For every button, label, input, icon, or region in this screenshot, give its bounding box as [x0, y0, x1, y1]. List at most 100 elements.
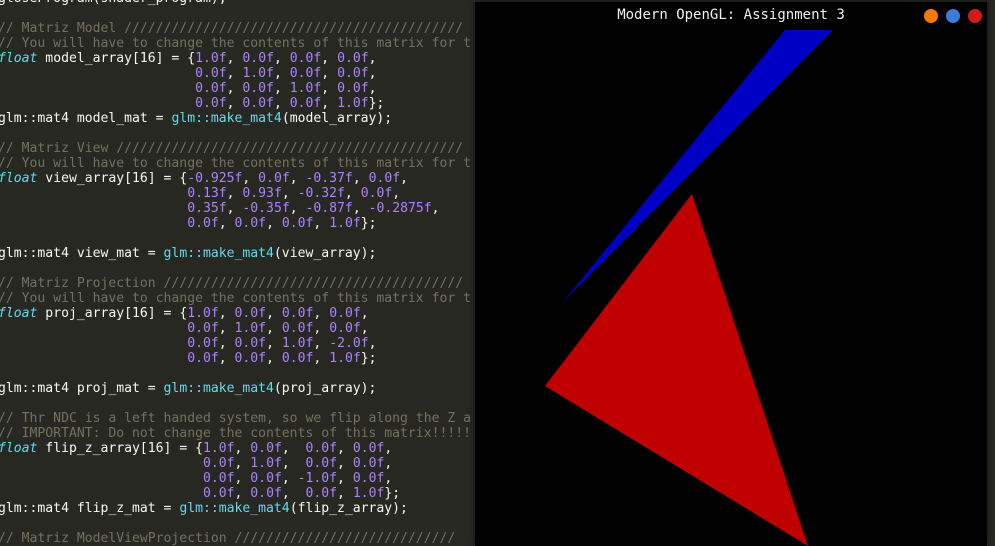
code-line: float flip_z_array[16] = {1.0f, 0.0f, 0.…	[0, 441, 392, 456]
code-token-num: 0.0f	[250, 471, 282, 486]
code-token-num: 0.0f	[242, 81, 274, 96]
code-token-plain: ,	[289, 201, 306, 216]
render-viewport	[475, 30, 987, 546]
code-token-plain: ,	[321, 81, 338, 96]
code-token-plain: };	[360, 351, 377, 366]
code-line: // You will have to change the contents …	[0, 36, 471, 51]
code-token-num: 0.0f	[281, 306, 314, 321]
code-token-plain: (model_array);	[281, 111, 393, 126]
code-token-plain: (proj_array);	[273, 381, 377, 396]
code-line: // Matriz Model ////////////////////////…	[0, 21, 463, 36]
code-line: glm::mat4 flip_z_mat = glm::make_mat4(fl…	[0, 501, 408, 516]
code-token-num: 0.0f	[242, 51, 274, 66]
code-line: float view_array[16] = {-0.925f, 0.0f, -…	[0, 171, 408, 186]
code-token-plain: ,	[344, 186, 361, 201]
code-line: // Matriz ModelViewProjection //////////…	[0, 531, 455, 546]
code-line: 0.0f, 0.0f, 0.0f, 1.0f};	[0, 216, 376, 231]
code-token-num: 1.0f	[281, 336, 314, 351]
code-token-num: -0.2875f	[368, 201, 432, 216]
code-token-plain: ,	[218, 351, 235, 366]
code-token-num: 0.0f	[195, 66, 227, 81]
code-token-comment: // You will have to change the contents …	[0, 291, 471, 306]
code-token-num: 0.0f	[242, 96, 274, 111]
code-token-fn: glm::make_mat4	[163, 381, 274, 396]
code-token-num: 0.0f	[250, 486, 282, 501]
code-token-plain: ,	[281, 456, 306, 471]
code-line: // You will have to change the contents …	[0, 156, 471, 171]
code-token-num: 0.0f	[352, 456, 385, 471]
code-token-comment: // IMPORTANT: Do not change the contents…	[0, 426, 471, 441]
code-token-num: 0.35f	[187, 201, 227, 216]
code-token-fn: glm::make_mat4	[171, 111, 282, 126]
editor-edge	[987, 0, 995, 546]
window-title: Modern OpenGL: Assignment 3	[617, 7, 845, 23]
code-line: // You will have to change the contents …	[0, 291, 471, 306]
code-token-plain: };	[368, 96, 385, 111]
code-token-num: 0.0f	[368, 171, 401, 186]
code-token-comment: // Matriz Model ////////////////////////…	[0, 21, 464, 36]
minimize-button[interactable]	[924, 9, 938, 23]
code-token-comment: // Matriz Projection ///////////////////…	[0, 276, 464, 291]
code-token-num: 1.0f	[329, 216, 361, 231]
code-token-num: 0.0f	[289, 51, 322, 66]
code-token-plain: glm::mat4 flip_z_mat =	[0, 501, 180, 516]
code-token-fn: glm::make_mat4	[179, 501, 290, 516]
code-token-plain: ,	[313, 351, 330, 366]
code-line: glm::mat4 model_mat = glm::make_mat4(mod…	[0, 111, 392, 126]
code-token-plain: ,	[273, 66, 290, 81]
code-token-plain: ,	[226, 96, 243, 111]
code-token-plain: ,	[266, 351, 282, 366]
code-token-fn: glm::make_mat4	[163, 246, 274, 261]
code-token-num: -1.0f	[297, 471, 338, 486]
code-token-comment: // Matriz View /////////////////////////…	[0, 141, 464, 156]
code-token-plain: ,	[368, 51, 377, 66]
code-token-num: 1.0f	[234, 321, 267, 336]
code-line: float model_array[16] = {1.0f, 0.0f, 0.0…	[0, 51, 377, 66]
code-token-num: 0.0f	[234, 306, 267, 321]
opengl-window[interactable]: Modern OpenGL: Assignment 3	[475, 2, 987, 546]
code-token-comment: // Thr NDC is a left handed system, so w…	[0, 411, 471, 426]
code-line: // IMPORTANT: Do not change the contents…	[0, 426, 471, 441]
code-line: 0.0f, 0.0f, 0.0f, 1.0f};	[0, 351, 377, 366]
code-token-num: -0.925f	[187, 171, 243, 186]
code-token-num: 1.0f	[250, 456, 282, 471]
code-token-num: -0.32f	[297, 186, 345, 201]
close-button[interactable]	[968, 9, 982, 23]
window-titlebar[interactable]: Modern OpenGL: Assignment 3	[475, 2, 987, 30]
code-line: 0.0f, 0.0f, 0.0f, 1.0f};	[0, 96, 384, 111]
code-token-num: 0.0f	[329, 321, 361, 336]
code-token-plain: glm::mat4 proj_mat =	[0, 381, 164, 396]
maximize-button[interactable]	[946, 9, 960, 23]
code-token-plain: glm::mat4 view_mat =	[0, 246, 164, 261]
code-token-num: 1.0f	[352, 486, 385, 501]
code-token-plain: ,	[226, 66, 243, 81]
code-token-plain: ,	[360, 306, 369, 321]
code-token-num: 0.0f	[289, 66, 322, 81]
code-token-num: 0.0f	[202, 486, 235, 501]
code-token-plain: glUseProgram(shader_program);	[0, 0, 227, 6]
code-token-plain: };	[384, 486, 401, 501]
code-token-num: 0.0f	[305, 441, 338, 456]
code-token-num: 0.0f	[187, 216, 219, 231]
code-token-plain: ,	[352, 171, 369, 186]
code-token-num: 0.0f	[305, 486, 338, 501]
code-token-plain: view_array[16] = {	[37, 171, 188, 186]
code-token-plain: (flip_z_array);	[289, 501, 408, 516]
code-line: glm::mat4 proj_mat = glm::make_mat4(proj…	[0, 381, 376, 396]
code-token-plain: ,	[281, 471, 298, 486]
code-token-num: 0.93f	[242, 186, 282, 201]
code-line: // Matriz Projection ///////////////////…	[0, 276, 463, 291]
code-token-plain: ,	[337, 486, 353, 501]
code-line: // Thr NDC is a left handed system, so w…	[0, 411, 471, 426]
code-token-num: 0.0f	[281, 321, 314, 336]
code-token-plain: ,	[392, 186, 401, 201]
code-token-plain: ,	[352, 201, 369, 216]
code-line: 0.0f, 1.0f, 0.0f, 0.0f,	[0, 321, 368, 336]
code-token-plain: ,	[337, 441, 353, 456]
code-token-num: 1.0f	[195, 51, 227, 66]
code-token-num: 1.0f	[337, 96, 369, 111]
